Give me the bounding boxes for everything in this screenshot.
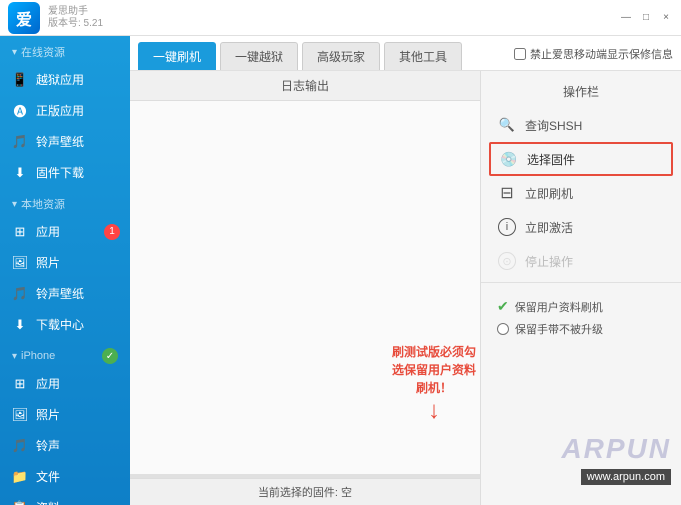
sidebar-item-iphone-photos[interactable]: 🖼 照片 <box>0 399 130 430</box>
iphone-connected-badge: ✓ <box>102 348 118 364</box>
sidebar-item-ringtones-local[interactable]: 🎵 铃声壁纸 <box>0 278 130 309</box>
log-footer: 当前选择的固件: 空 <box>130 478 480 505</box>
content-area: 一键刷机 一键越狱 高级玩家 其他工具 禁止爱思移动端显示保修信息 日志输出 当… <box>130 36 681 505</box>
tab-other-tools[interactable]: 其他工具 <box>384 42 462 70</box>
sidebar-item-download-center[interactable]: ⬇ 下载中心 <box>0 309 130 340</box>
check-green-icon: ✔ <box>497 298 509 315</box>
photos-label: 照片 <box>36 254 60 271</box>
iphone-ringtones-label: 铃声 <box>36 437 60 454</box>
log-content <box>130 101 480 474</box>
iphone-apps-icon: ⊞ <box>12 376 28 392</box>
jailbreak-apps-icon: 📱 <box>12 72 28 88</box>
sidebar-item-ringtones-online[interactable]: 🎵 铃声壁纸 <box>0 126 130 157</box>
iphone-data-label: 资料 <box>36 499 60 505</box>
ringtones-online-label: 铃声壁纸 <box>36 133 84 150</box>
tabs-bar: 一键刷机 一键越狱 高级玩家 其他工具 禁止爱思移动端显示保修信息 <box>130 36 681 71</box>
official-apps-label: 正版应用 <box>36 102 84 119</box>
ops-panel: 操作栏 🔍 查询SHSH 💿 选择固件 ⊟ 立即刷机 <box>481 71 681 505</box>
sidebar-item-iphone-files[interactable]: 📁 文件 <box>0 461 130 492</box>
download-center-label: 下载中心 <box>36 316 84 333</box>
ops-divider <box>481 282 681 283</box>
local-apps-icon: ⊞ <box>12 224 28 240</box>
info-circle-icon: i <box>497 217 517 237</box>
sidebar: 在线资源 📱 越狱应用 🅐 正版应用 🎵 铃声壁纸 ⬇ 固件下载 本地资源 ⊞ … <box>0 36 130 505</box>
sidebar-item-photos[interactable]: 🖼 照片 <box>0 247 130 278</box>
iphone-data-icon: 📋 <box>12 500 28 505</box>
iphone-apps-label: 应用 <box>36 375 60 392</box>
iphone-files-icon: 📁 <box>12 469 28 485</box>
stop-icon: ⊙ <box>497 251 517 271</box>
sidebar-item-iphone-apps[interactable]: ⊞ 应用 <box>0 368 130 399</box>
minimize-button[interactable]: — <box>619 11 633 25</box>
sidebar-item-iphone-data[interactable]: 📋 资料 <box>0 492 130 505</box>
tab-flash[interactable]: 一键刷机 <box>138 42 216 70</box>
app-logo: 爱 <box>8 2 40 34</box>
stop-operation-button[interactable]: ⊙ 停止操作 <box>481 244 681 278</box>
firmware-download-icon: ⬇ <box>12 165 28 181</box>
restrict-info-checkbox[interactable] <box>514 48 526 60</box>
sidebar-item-jailbreak-apps[interactable]: 📱 越狱应用 <box>0 64 130 95</box>
app-version: 版本号: 5.21 <box>48 18 103 30</box>
activate-now-button[interactable]: i 立即激活 <box>481 210 681 244</box>
photos-icon: 🖼 <box>12 255 28 271</box>
online-section-title: 在线资源 <box>0 36 130 64</box>
restrict-info-checkbox-label[interactable]: 禁止爱思移动端显示保修信息 <box>514 46 673 66</box>
stop-operation-label: 停止操作 <box>525 253 573 270</box>
flash-icon: ⊟ <box>497 183 517 203</box>
iphone-photos-label: 照片 <box>36 406 60 423</box>
search-icon: 🔍 <box>497 115 517 135</box>
app-info: 爱思助手 版本号: 5.21 <box>48 6 103 30</box>
download-center-icon: ⬇ <box>12 317 28 333</box>
close-button[interactable]: × <box>659 11 673 25</box>
ringtones-local-label: 铃声壁纸 <box>36 285 84 302</box>
log-area: 日志输出 当前选择的固件: 空 <box>130 71 481 505</box>
radio-keep-baseband-label: 保留手带不被升级 <box>515 321 603 337</box>
main-panel: 日志输出 当前选择的固件: 空 操作栏 🔍 查询SHSH 💿 选择固件 <box>130 71 681 505</box>
flash-now-button[interactable]: ⊟ 立即刷机 <box>481 176 681 210</box>
select-firmware-button[interactable]: 💿 选择固件 <box>489 142 673 176</box>
local-apps-badge: 1 <box>104 224 120 240</box>
ringtones-online-icon: 🎵 <box>12 134 28 150</box>
flash-now-label: 立即刷机 <box>525 185 573 202</box>
sidebar-item-firmware-download[interactable]: ⬇ 固件下载 <box>0 157 130 188</box>
sidebar-item-official-apps[interactable]: 🅐 正版应用 <box>0 95 130 126</box>
sidebar-item-iphone-ringtones[interactable]: 🎵 铃声 <box>0 430 130 461</box>
iphone-section-title: iPhone ✓ <box>0 340 130 368</box>
jailbreak-apps-label: 越狱应用 <box>36 71 84 88</box>
radio-keep-userdata[interactable]: ✔ 保留用户资料刷机 <box>497 295 665 318</box>
firmware-download-label: 固件下载 <box>36 164 84 181</box>
app-name: 爱思助手 <box>48 6 103 18</box>
radio-keep-userdata-label: 保留用户资料刷机 <box>515 299 603 315</box>
window-controls: — □ × <box>619 11 673 25</box>
query-shsh-button[interactable]: 🔍 查询SHSH <box>481 108 681 142</box>
radio-group: ✔ 保留用户资料刷机 保留手带不被升级 <box>481 287 681 348</box>
main-layout: 在线资源 📱 越狱应用 🅐 正版应用 🎵 铃声壁纸 ⬇ 固件下载 本地资源 ⊞ … <box>0 36 681 505</box>
radio-keep-baseband[interactable]: 保留手带不被升级 <box>497 318 665 340</box>
official-apps-icon: 🅐 <box>12 103 28 119</box>
iphone-files-label: 文件 <box>36 468 60 485</box>
tab-jailbreak[interactable]: 一键越狱 <box>220 42 298 70</box>
ops-header: 操作栏 <box>481 79 681 108</box>
radio-keep-baseband-input[interactable] <box>497 323 509 335</box>
iphone-ringtones-icon: 🎵 <box>12 438 28 454</box>
firmware-icon: 💿 <box>499 149 519 169</box>
ringtones-local-icon: 🎵 <box>12 286 28 302</box>
select-firmware-label: 选择固件 <box>527 151 575 168</box>
local-section-title: 本地资源 <box>0 188 130 216</box>
query-shsh-label: 查询SHSH <box>525 117 582 134</box>
maximize-button[interactable]: □ <box>639 11 653 25</box>
iphone-photos-icon: 🖼 <box>12 407 28 423</box>
activate-now-label: 立即激活 <box>525 219 573 236</box>
tab-advanced[interactable]: 高级玩家 <box>302 42 380 70</box>
restrict-info-label: 禁止爱思移动端显示保修信息 <box>530 46 673 62</box>
log-header: 日志输出 <box>130 71 480 101</box>
title-bar: 爱 爱思助手 版本号: 5.21 — □ × <box>0 0 681 36</box>
sidebar-item-local-apps[interactable]: ⊞ 应用 1 <box>0 216 130 247</box>
local-apps-label: 应用 <box>36 223 60 240</box>
